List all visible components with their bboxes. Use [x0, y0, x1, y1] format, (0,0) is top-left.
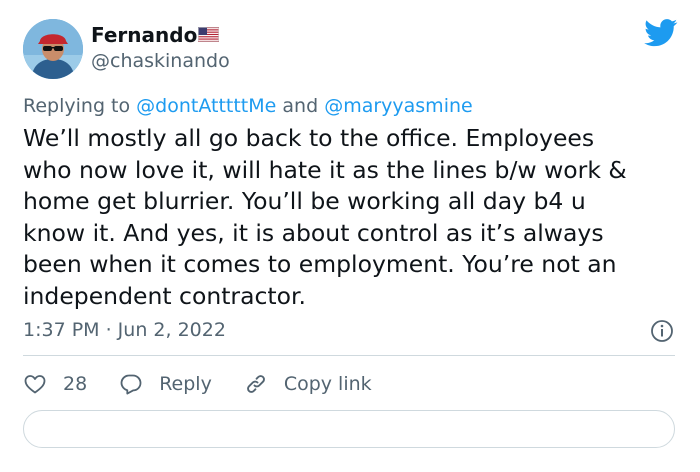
action-bar: 28 Reply Copy link	[23, 370, 372, 398]
replying-to: Replying to @dontAtttttMe and @maryyasmi…	[23, 94, 473, 118]
display-name[interactable]: Fernando	[91, 22, 197, 48]
speech-bubble-icon	[120, 374, 142, 395]
reply-button[interactable]: Reply	[119, 372, 212, 396]
link-icon	[246, 375, 265, 393]
info-icon[interactable]	[650, 319, 674, 343]
copy-link-label: Copy link	[283, 373, 372, 395]
tweet-card: Fernando @chaskinando Replying to @dontA…	[0, 0, 700, 472]
reply-label: Reply	[159, 373, 212, 395]
divider	[23, 355, 675, 356]
tweet-text-line: home get blurrier. You’ll be working all…	[23, 187, 586, 215]
like-count: 28	[63, 373, 88, 395]
replying-prefix: Replying to	[23, 95, 131, 117]
us-flag-icon	[198, 27, 219, 42]
tweet-text: We’ll mostly all go back to the office. …	[23, 123, 683, 312]
avatar[interactable]	[23, 19, 83, 79]
replying-joiner: and	[282, 95, 319, 117]
copy-link-button[interactable]: Copy link	[244, 372, 372, 396]
tweet-text-line: who now love it, will hate it as the lin…	[23, 155, 627, 184]
tweet-text-line: been when it comes to employment. You’re…	[23, 250, 617, 278]
tweet-text-line: independent contractor.	[23, 281, 306, 310]
mention-link[interactable]: @maryyasmine	[324, 95, 473, 117]
tweet-text-line: know it. And yes, it is about control as…	[23, 218, 604, 247]
like-button[interactable]: 28	[23, 372, 87, 396]
handle[interactable]: @chaskinando	[91, 49, 230, 73]
timestamp[interactable]: 1:37 PM · Jun 2, 2022	[23, 318, 226, 342]
tweet-text-line: We’ll mostly all go back to the office. …	[23, 124, 595, 152]
twitter-bird-icon[interactable]	[644, 19, 678, 47]
avatar-image	[23, 19, 83, 79]
heart-icon	[24, 375, 46, 394]
reply-input[interactable]	[23, 410, 675, 448]
mention-link[interactable]: @dontAtttttMe	[136, 95, 276, 117]
